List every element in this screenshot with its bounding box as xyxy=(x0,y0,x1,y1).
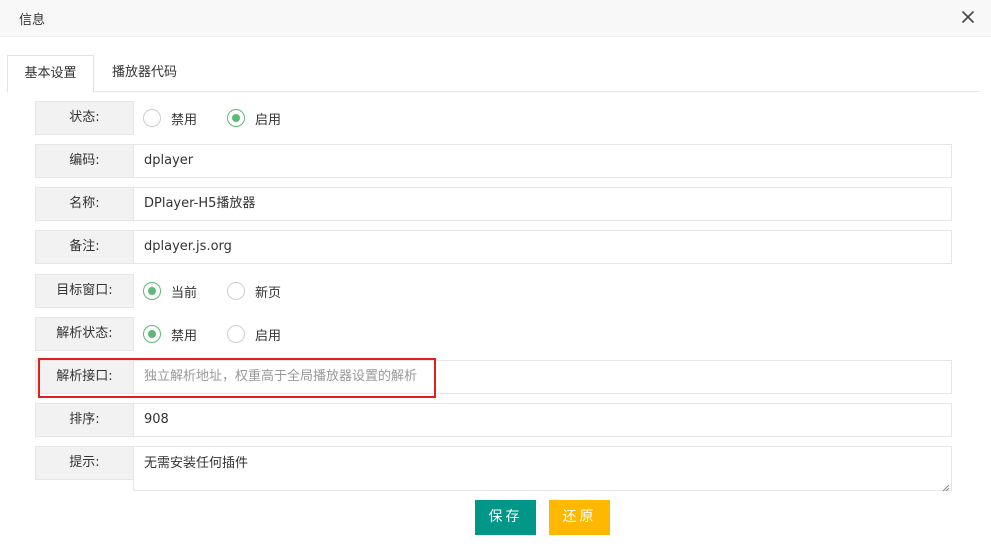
parse-status-radio-group: 禁用 启用 xyxy=(143,317,311,351)
form-row-sort: 排序: 908 xyxy=(35,403,952,437)
form-row-parse-status: 解析状态: 禁用 启用 xyxy=(35,317,952,351)
dialog-title: 信息 xyxy=(19,13,46,28)
name-label: 名称: xyxy=(35,187,134,221)
radio-circle[interactable] xyxy=(227,282,246,300)
form-row-target-window: 目标窗口: 当前 新页 xyxy=(35,274,952,308)
tip-textarea[interactable]: 无需安装任何插件 xyxy=(133,446,952,492)
form-row-code: 编码: dplayer xyxy=(35,144,952,178)
remark-label: 备注: xyxy=(35,230,134,264)
dialog-titlebar: 信息 xyxy=(0,0,991,37)
form-row-tip: 提示: 无需安装任何插件 xyxy=(35,446,952,492)
target-radio-new-page[interactable]: 新页 xyxy=(227,282,281,301)
parse-status-label: 解析状态: xyxy=(35,317,134,351)
resize-handle-icon[interactable] xyxy=(941,480,950,492)
radio-circle-checked[interactable] xyxy=(143,282,161,300)
code-input[interactable]: dplayer xyxy=(133,144,952,178)
code-label: 编码: xyxy=(35,144,134,178)
status-label: 状态: xyxy=(35,101,134,135)
radio-circle-checked[interactable] xyxy=(227,109,246,127)
form-row-parse-api: 解析接口: 独立解析地址，权重高于全局播放器设置的解析 xyxy=(35,360,952,394)
target-radio-group: 当前 新页 xyxy=(143,274,311,308)
save-button[interactable]: 保存 xyxy=(475,500,536,535)
parse-api-label: 解析接口: xyxy=(35,360,134,394)
tip-label: 提示: xyxy=(35,446,134,480)
radio-circle-checked[interactable] xyxy=(143,325,161,343)
form-row-remark: 备注: dplayer.js.org xyxy=(35,230,952,264)
parse-api-input[interactable]: 独立解析地址，权重高于全局播放器设置的解析 xyxy=(133,360,952,394)
reset-button[interactable]: 还原 xyxy=(549,500,610,535)
status-radio-group: 禁用 启用 xyxy=(143,101,311,135)
form-row-status: 状态: 禁用 启用 xyxy=(35,101,952,135)
radio-circle[interactable] xyxy=(227,325,246,343)
radio-label: 启用 xyxy=(255,112,282,128)
target-window-label: 目标窗口: xyxy=(35,274,134,308)
parse-status-radio-disable[interactable]: 禁用 xyxy=(143,325,197,344)
radio-label: 启用 xyxy=(255,328,282,344)
radio-label: 当前 xyxy=(171,285,198,301)
target-radio-current[interactable]: 当前 xyxy=(143,282,197,301)
radio-label: 禁用 xyxy=(171,112,198,128)
sort-label: 排序: xyxy=(35,403,134,437)
tab-bar: 基本设置 播放器代码 xyxy=(7,55,979,93)
form-row-name: 名称: DPlayer-H5播放器 xyxy=(35,187,952,221)
radio-label: 禁用 xyxy=(171,328,198,344)
radio-circle[interactable] xyxy=(143,109,161,127)
tip-text: 无需安装任何插件 xyxy=(144,456,249,471)
status-radio-disable[interactable]: 禁用 xyxy=(143,109,197,128)
remark-input[interactable]: dplayer.js.org xyxy=(133,230,952,264)
tab-basic-settings[interactable]: 基本设置 xyxy=(7,55,94,93)
sort-input[interactable]: 908 xyxy=(133,403,952,437)
parse-status-radio-enable[interactable]: 启用 xyxy=(227,325,281,344)
status-radio-enable[interactable]: 启用 xyxy=(227,109,281,128)
close-icon[interactable] xyxy=(958,7,978,27)
radio-label: 新页 xyxy=(255,285,282,301)
tab-player-code[interactable]: 播放器代码 xyxy=(95,55,194,92)
name-input[interactable]: DPlayer-H5播放器 xyxy=(133,187,952,221)
